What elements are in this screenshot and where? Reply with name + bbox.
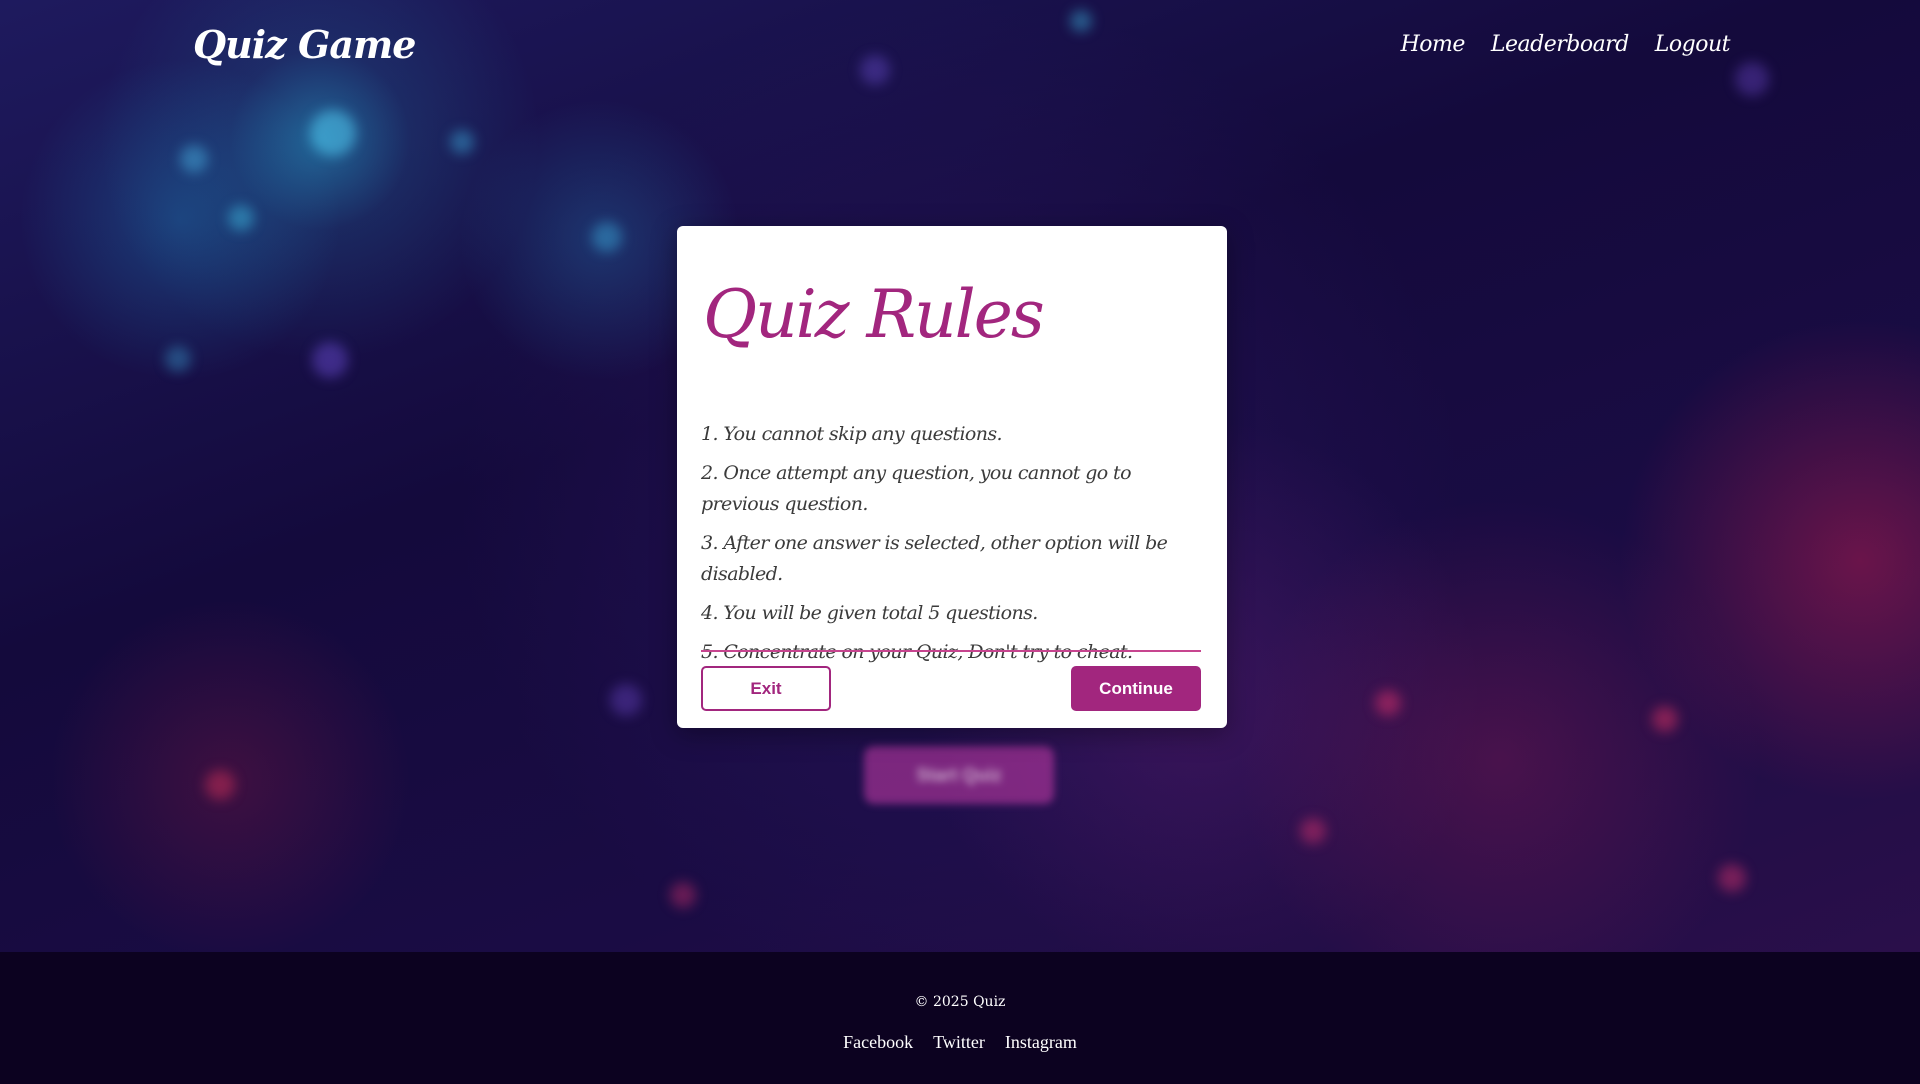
nav-link-home[interactable]: Home	[1401, 32, 1466, 57]
bokeh-light	[312, 342, 348, 378]
bokeh-light	[1375, 690, 1401, 716]
bokeh-light	[1652, 706, 1678, 732]
bokeh-light	[310, 110, 356, 156]
divider	[701, 650, 1201, 652]
bokeh-light	[205, 770, 235, 800]
start-quiz-button-background: Start Quiz	[864, 746, 1054, 804]
brand-logo[interactable]: Quiz Game	[193, 22, 416, 67]
rule-item: 5. Concentrate on your Quiz, Don't try t…	[701, 641, 1133, 663]
rules-list: 1. You cannot skip any questions. 2. Onc…	[701, 419, 1201, 676]
nav-link-leaderboard[interactable]: Leaderboard	[1491, 32, 1629, 57]
footer-link-facebook[interactable]: Facebook	[843, 1032, 913, 1053]
page: Start Quiz Quiz Game Home Leaderboard Lo…	[0, 0, 1920, 1084]
rule-item: 4. You will be given total 5 questions.	[701, 602, 1038, 624]
bokeh-light	[228, 205, 254, 231]
copyright-text: © 2025 Quiz	[914, 994, 1006, 1010]
nav-links: Home Leaderboard Logout	[1401, 32, 1731, 57]
bokeh-light	[1300, 818, 1326, 844]
rule-item: 2. Once attempt any question, you cannot…	[701, 462, 1132, 515]
bokeh-light	[1718, 864, 1746, 892]
bokeh-light	[670, 882, 696, 908]
exit-button[interactable]: Exit	[701, 666, 831, 711]
continue-button[interactable]: Continue	[1071, 666, 1201, 711]
footer-link-instagram[interactable]: Instagram	[1005, 1032, 1077, 1053]
footer: © 2025 Quiz Facebook Twitter Instagram	[0, 952, 1920, 1084]
start-quiz-label: Start Quiz	[916, 765, 1002, 785]
rules-dialog: Quiz Rules 1. You cannot skip any questi…	[677, 226, 1227, 728]
social-links: Facebook Twitter Instagram	[0, 1032, 1920, 1053]
bokeh-light	[165, 346, 191, 372]
bokeh-light	[610, 684, 642, 716]
bokeh-light	[450, 130, 474, 154]
rule-item: 1. You cannot skip any questions.	[701, 423, 1003, 445]
bokeh-light	[592, 222, 622, 252]
rule-item: 3. After one answer is selected, other o…	[701, 532, 1168, 585]
rules-title: Quiz Rules	[703, 276, 1045, 353]
footer-link-twitter[interactable]: Twitter	[933, 1032, 985, 1053]
top-navbar: Quiz Game Home Leaderboard Logout	[0, 0, 1920, 100]
nav-link-logout[interactable]: Logout	[1655, 32, 1731, 57]
bokeh-light	[180, 145, 208, 173]
